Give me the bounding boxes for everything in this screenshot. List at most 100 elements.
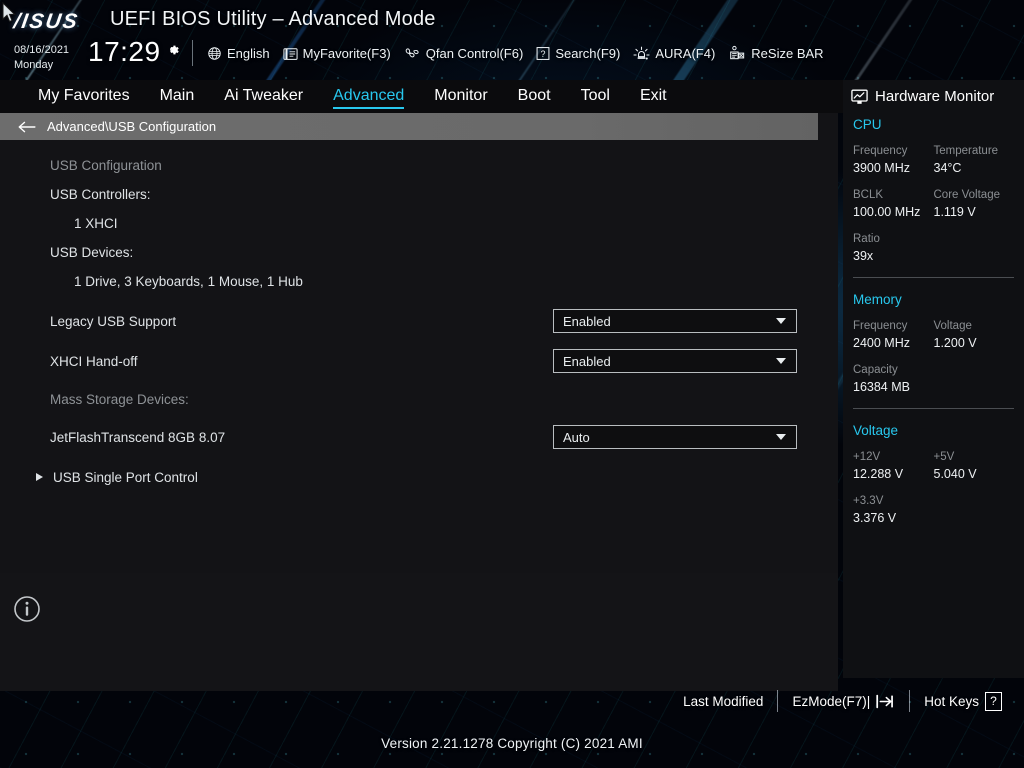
hardware-monitor-body: CPU Frequency 3900 MHz Temperature 34°C … — [843, 105, 1024, 525]
aura-icon — [633, 46, 650, 60]
list-item: 1 XHCI — [0, 209, 838, 238]
hwm-cell: BCLK 100.00 MHz — [853, 189, 934, 219]
clock-display: 17:29 — [88, 36, 161, 67]
footer-bar: Last Modified EzMode(F7)| Hot Keys ? Ver… — [0, 678, 1024, 768]
tab-boot[interactable]: Boot — [518, 87, 551, 107]
hwm-cell: Frequency 2400 MHz — [853, 320, 934, 350]
tab-tool[interactable]: Tool — [581, 87, 610, 107]
label-usb-devices: USB Devices: — [50, 245, 134, 260]
hwm-divider — [853, 408, 1014, 409]
label-xhci-hand-off: XHCI Hand-off — [50, 353, 138, 369]
label-legacy-usb-support: Legacy USB Support — [50, 313, 177, 329]
qfan-control-button[interactable]: Qfan Control(F6) — [404, 46, 524, 61]
language-label: English — [227, 46, 270, 61]
hwm-row: Frequency 2400 MHz Voltage 1.200 V — [853, 320, 1014, 350]
page-title: UEFI BIOS Utility – Advanced Mode — [110, 8, 436, 30]
search-label: Search(F9) — [555, 46, 621, 61]
myfavorite-button[interactable]: MyFavorite(F3) — [283, 46, 391, 61]
aura-button[interactable]: AURA(F4) — [633, 46, 715, 62]
hwm-cell: Frequency 3900 MHz — [853, 145, 934, 175]
tab-main[interactable]: Main — [160, 87, 195, 107]
metric-value: 39x — [853, 249, 874, 263]
hardware-monitor-header: Hardware Monitor — [843, 80, 1024, 105]
list-item: USB Controllers: — [0, 180, 838, 209]
metric-key: Ratio — [853, 233, 880, 245]
breadcrumb[interactable]: Advanced\USB Configuration — [0, 113, 818, 140]
gear-icon[interactable] — [165, 42, 180, 57]
list-item: USB Devices: — [0, 238, 838, 267]
dropdown-legacy-usb-support[interactable]: Enabled — [553, 309, 797, 333]
search-button[interactable]: ? Search(F9) — [536, 46, 620, 61]
hwm-cell: Ratio 39x — [853, 233, 1014, 263]
hwm-cell: Temperature 34°C — [934, 145, 1015, 175]
tab-my-favorites[interactable]: My Favorites — [38, 87, 130, 107]
hardware-monitor-panel: Hardware Monitor CPU Frequency 3900 MHz … — [843, 80, 1024, 678]
tab-exit[interactable]: Exit — [640, 87, 667, 107]
resize-bar-label: ReSize BAR — [751, 46, 824, 61]
hotkeys-key-icon[interactable]: ? — [985, 691, 1002, 711]
last-modified-button[interactable]: Last Modified — [669, 694, 777, 709]
breadcrumb-path: Advanced\USB Configuration — [47, 119, 217, 134]
ezmode-button[interactable]: EzMode(F7)| — [778, 693, 909, 710]
hwm-cell: Capacity 16384 MB — [853, 364, 1014, 394]
metric-key: Capacity — [853, 364, 898, 376]
setting-row-legacy-usb-support[interactable]: Legacy USB Support Enabled — [0, 301, 838, 341]
chevron-down-icon[interactable] — [776, 318, 786, 324]
search-icon: ? — [536, 47, 550, 60]
section-title-voltage: Voltage — [853, 423, 899, 438]
hotkeys-label: Hot Keys — [924, 693, 979, 709]
metric-value: 3900 MHz — [853, 161, 910, 175]
metric-key: BCLK — [853, 189, 884, 201]
section-title-memory: Memory — [853, 292, 902, 307]
hwm-row: BCLK 100.00 MHz Core Voltage 1.119 V — [853, 189, 1014, 219]
setting-row-jetflash[interactable]: JetFlashTranscend 8GB 8.07 Auto — [0, 417, 838, 457]
qfan-control-label: Qfan Control(F6) — [425, 46, 524, 61]
hwm-cell: Core Voltage 1.119 V — [934, 189, 1015, 219]
settings-list: USB Configuration USB Controllers: 1 XHC… — [0, 140, 838, 576]
bios-version-text: Version 2.21.1278 Copyright (C) 2021 AMI — [381, 736, 643, 751]
content-panel: Advanced\USB Configuration USB Configura… — [0, 113, 838, 691]
tab-monitor[interactable]: Monitor — [434, 87, 487, 107]
dropdown-jetflash-device[interactable]: Auto — [553, 425, 797, 449]
metric-key: +3.3V — [853, 495, 884, 507]
submenu-label: USB Single Port Control — [53, 469, 198, 485]
date-display: 08/16/2021 Monday — [14, 44, 69, 71]
hwm-row: Ratio 39x — [853, 233, 1014, 263]
label-jetflash-device: JetFlashTranscend 8GB 8.07 — [50, 429, 226, 445]
myfavorite-label: MyFavorite(F3) — [302, 46, 391, 61]
setting-row-xhci-hand-off[interactable]: XHCI Hand-off Enabled — [0, 341, 838, 381]
footer-actions: Last Modified EzMode(F7)| Hot Keys ? — [669, 690, 1016, 712]
resize-bar-button[interactable]: ReSize BAR — [728, 45, 824, 62]
hwm-divider — [853, 277, 1014, 278]
hardware-monitor-title: Hardware Monitor — [875, 88, 995, 105]
hwm-row: Frequency 3900 MHz Temperature 34°C — [853, 145, 1014, 175]
list-item: 1 Drive, 3 Keyboards, 1 Mouse, 1 Hub — [0, 267, 838, 296]
list-item: Mass Storage Devices: — [0, 385, 838, 414]
monitor-chart-icon — [851, 89, 868, 104]
metric-key: +5V — [933, 451, 955, 463]
language-button[interactable]: English — [207, 46, 270, 61]
metric-key: Core Voltage — [933, 189, 1001, 201]
hotkeys-button[interactable]: Hot Keys ? — [910, 691, 1016, 711]
chevron-down-icon[interactable] — [776, 358, 786, 364]
metric-value: 16384 MB — [853, 380, 910, 394]
tab-advanced[interactable]: Advanced — [333, 87, 405, 109]
metric-value: 34°C — [933, 161, 962, 175]
dropdown-xhci-hand-off[interactable]: Enabled — [553, 349, 797, 373]
app-header: /ISUS UEFI BIOS Utility – Advanced Mode … — [0, 0, 1024, 80]
date-text: 08/16/2021 — [14, 44, 70, 56]
hwm-cell: +5V 5.040 V — [934, 451, 1015, 481]
globe-icon — [208, 47, 221, 60]
resize-bar-icon — [730, 45, 745, 60]
chevron-down-icon[interactable] — [776, 434, 786, 440]
header-tools: English MyFavorite(F3) Qfan Control(F6) — [207, 45, 824, 62]
aura-label: AURA(F4) — [655, 46, 716, 61]
metric-value: 100.00 MHz — [853, 205, 921, 219]
ezmode-label: EzMode(F7)| — [792, 693, 871, 709]
metric-value: 12.288 V — [853, 467, 904, 481]
tab-ai-tweaker[interactable]: Ai Tweaker — [224, 87, 303, 107]
dropdown-value: Enabled — [563, 353, 611, 369]
arrow-left-icon[interactable] — [18, 120, 37, 134]
info-icon[interactable] — [13, 595, 41, 623]
submenu-usb-single-port-control[interactable]: USB Single Port Control — [0, 457, 838, 497]
